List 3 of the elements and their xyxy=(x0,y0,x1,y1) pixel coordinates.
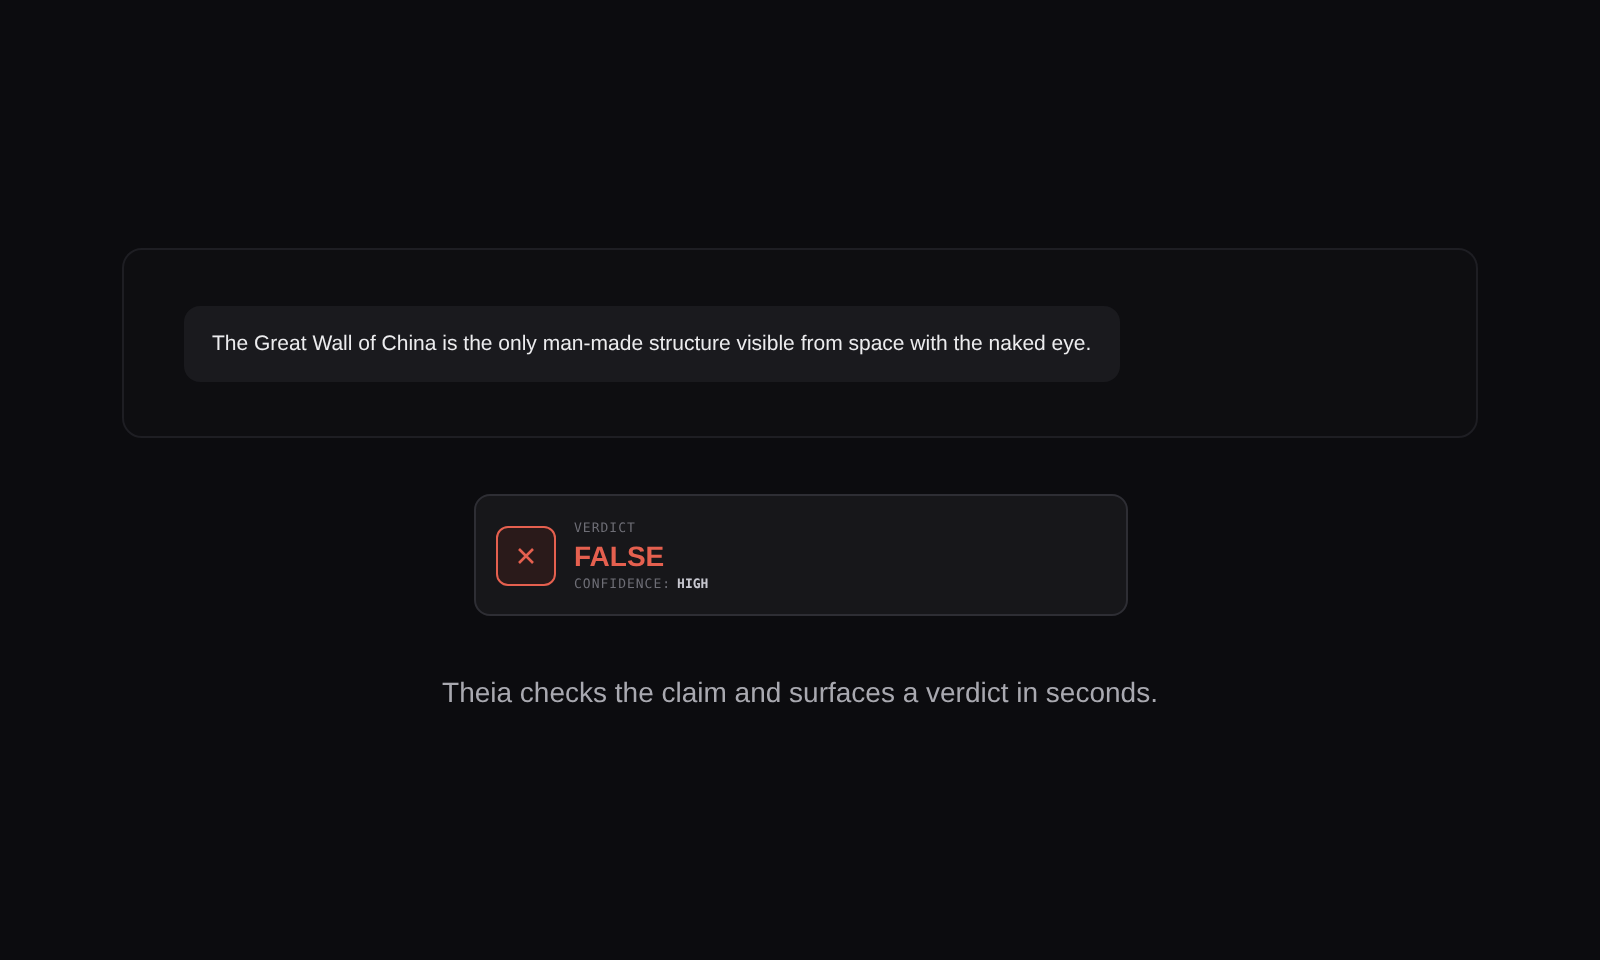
caption: Theia checks the claim and surfaces a verdict in seconds. xyxy=(440,676,1160,708)
claim-bubble: The Great Wall of China is the only man-made structure visible from space with the naked eye. xyxy=(184,306,1120,382)
verdict-value: FALSE xyxy=(574,539,667,571)
